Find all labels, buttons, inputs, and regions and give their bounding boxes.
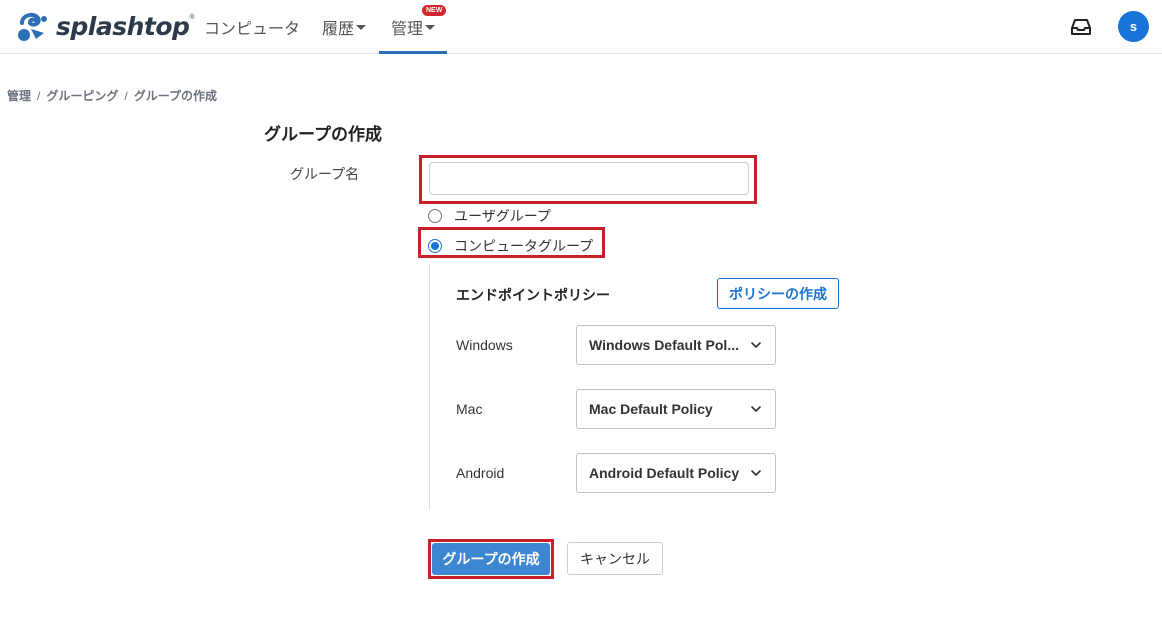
nav-computers-label: コンピュータ bbox=[204, 21, 301, 38]
radio-button-checked[interactable] bbox=[428, 239, 442, 253]
breadcrumb: 管理 / グルーピング / グループの作成 bbox=[7, 87, 217, 104]
group-name-input[interactable] bbox=[429, 162, 749, 195]
breadcrumb-current: グループの作成 bbox=[133, 89, 217, 103]
os-label-mac: Mac bbox=[456, 401, 483, 417]
windows-policy-value: Windows Default Pol... bbox=[589, 337, 739, 353]
radio-computer-group[interactable]: コンピュータグループ bbox=[428, 236, 593, 256]
os-label-windows: Windows bbox=[456, 337, 513, 353]
breadcrumb-management[interactable]: 管理 bbox=[7, 89, 31, 103]
group-name-label: グループ名 bbox=[290, 166, 360, 182]
splashtop-logo[interactable]: splashtop ® bbox=[14, 8, 195, 44]
chevron-down-icon bbox=[751, 342, 761, 348]
chevron-down-icon bbox=[751, 406, 761, 412]
nav-computers[interactable]: コンピュータ bbox=[204, 15, 300, 39]
top-navigation-bar: splashtop ® コンピュータ 履歴 管理 NEW s bbox=[0, 0, 1162, 54]
create-policy-button[interactable]: ポリシーの作成 bbox=[717, 278, 839, 309]
nav-history[interactable]: 履歴 bbox=[322, 15, 367, 39]
create-group-button[interactable]: グループの作成 bbox=[432, 543, 550, 575]
cancel-button[interactable]: キャンセル bbox=[567, 542, 663, 575]
page-title: グループの作成 bbox=[264, 125, 382, 144]
breadcrumb-separator: / bbox=[124, 89, 128, 103]
nav-history-label: 履歴 bbox=[322, 21, 355, 38]
radio-user-group[interactable]: ユーザグループ bbox=[428, 206, 551, 226]
breadcrumb-separator: / bbox=[37, 89, 41, 103]
endpoint-policy-title: エンドポイントポリシー bbox=[456, 287, 610, 303]
radio-button[interactable] bbox=[428, 209, 442, 223]
brand-name: splashtop bbox=[56, 11, 190, 41]
active-tab-indicator bbox=[379, 51, 447, 54]
chevron-down-icon bbox=[751, 470, 761, 476]
mac-policy-select[interactable]: Mac Default Policy bbox=[576, 389, 776, 429]
nav-management[interactable]: 管理 bbox=[391, 15, 436, 39]
inbox-icon[interactable] bbox=[1068, 14, 1094, 40]
caret-down-icon bbox=[356, 24, 367, 30]
nav-management-label: 管理 bbox=[391, 21, 424, 38]
policy-panel-divider bbox=[429, 264, 430, 510]
radio-user-group-label: ユーザグループ bbox=[454, 208, 551, 224]
android-policy-value: Android Default Policy bbox=[589, 465, 740, 481]
radio-computer-group-label: コンピュータグループ bbox=[454, 238, 594, 254]
brand-registered-mark: ® bbox=[189, 14, 195, 21]
new-badge: NEW bbox=[422, 5, 447, 16]
android-policy-select[interactable]: Android Default Policy bbox=[576, 453, 776, 493]
windows-policy-select[interactable]: Windows Default Pol... bbox=[576, 325, 776, 365]
splashtop-logo-icon bbox=[18, 12, 47, 41]
mac-policy-value: Mac Default Policy bbox=[589, 401, 713, 417]
breadcrumb-grouping[interactable]: グルーピング bbox=[46, 89, 118, 103]
os-label-android: Android bbox=[456, 465, 505, 481]
caret-down-icon bbox=[425, 24, 436, 30]
user-avatar[interactable]: s bbox=[1118, 11, 1149, 42]
